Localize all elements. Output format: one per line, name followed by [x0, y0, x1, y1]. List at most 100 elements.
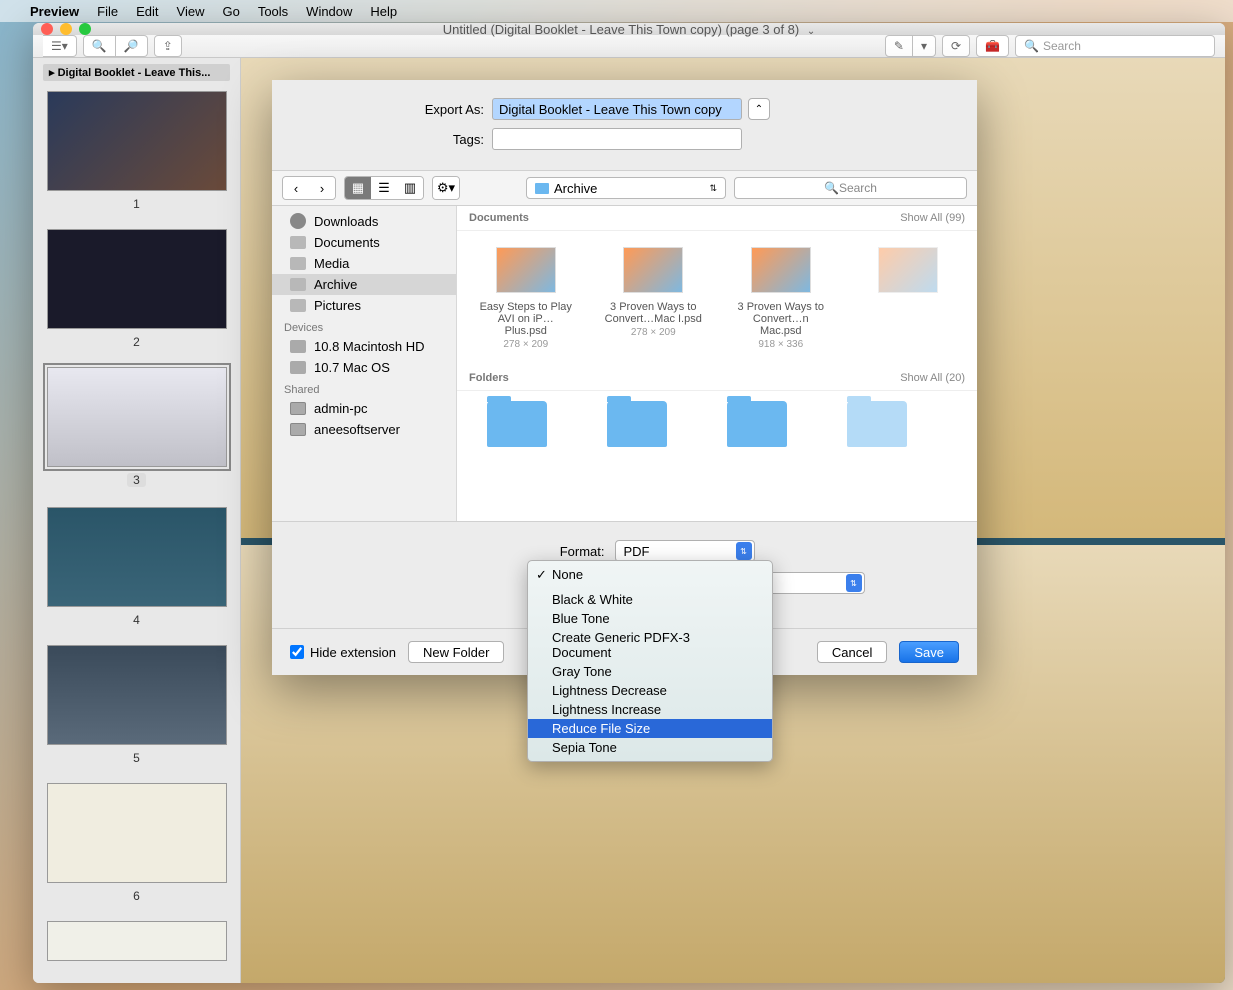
menu-go[interactable]: Go — [222, 4, 239, 19]
group-button[interactable]: ⚙▾ — [433, 177, 459, 199]
format-select[interactable]: PDF ⇅ — [615, 540, 755, 562]
column-view-button[interactable]: ▥ — [397, 177, 423, 199]
search-icon: 🔍 — [824, 181, 839, 195]
folder-item-2[interactable] — [727, 401, 787, 453]
menu-lightness-decrease[interactable]: Lightness Decrease — [528, 681, 772, 700]
cancel-button[interactable]: Cancel — [817, 641, 887, 663]
menu-help[interactable]: Help — [370, 4, 397, 19]
menu-view[interactable]: View — [177, 4, 205, 19]
back-button[interactable]: ‹ — [283, 177, 309, 199]
thumbnail-4[interactable]: 4 — [43, 507, 230, 627]
menu-tools[interactable]: Tools — [258, 4, 288, 19]
folder-item-3[interactable] — [847, 401, 907, 453]
sidebar-item-media[interactable]: Media — [272, 253, 456, 274]
updown-icon: ⇅ — [736, 542, 752, 560]
thumbnail-5[interactable]: 5 — [43, 645, 230, 765]
search-icon: 🔍 — [1024, 39, 1039, 53]
export-as-input[interactable] — [492, 98, 742, 120]
list-view-button[interactable]: ☰ — [371, 177, 397, 199]
share-button[interactable]: ⇪ — [154, 35, 182, 57]
forward-button[interactable]: › — [309, 177, 335, 199]
finder-search[interactable]: 🔍 Search — [734, 177, 967, 199]
folder-item-0[interactable] — [487, 401, 547, 453]
updown-icon: ⇅ — [709, 183, 717, 194]
titlebar: Untitled (Digital Booklet - Leave This T… — [33, 23, 1225, 35]
sidebar-toggle-button[interactable]: ☰▾ — [43, 35, 77, 57]
search-placeholder: Search — [1043, 39, 1081, 53]
markup-button[interactable]: ✎ — [885, 35, 913, 57]
maximize-button[interactable] — [79, 23, 91, 35]
menu-window[interactable]: Window — [306, 4, 352, 19]
sidebar-item-shared-1[interactable]: aneesoftserver — [272, 419, 456, 440]
minimize-button[interactable] — [60, 23, 72, 35]
file-browser: Documents Show All (99) Easy Steps to Pl… — [457, 206, 977, 521]
menu-black-white[interactable]: Black & White — [528, 590, 772, 609]
save-button[interactable]: Save — [899, 641, 959, 663]
file-item-2[interactable]: 3 Proven Ways to Convert…n Mac.psd 918 ×… — [732, 247, 830, 350]
documents-section-label: Documents — [469, 212, 529, 224]
thumbnail-1[interactable]: 1 — [43, 91, 230, 211]
menu-sepia-tone[interactable]: Sepia Tone — [528, 738, 772, 757]
menu-gray-tone[interactable]: Gray Tone — [528, 662, 772, 681]
tags-input[interactable] — [492, 128, 742, 150]
hide-extension-checkbox[interactable]: Hide extension — [290, 645, 396, 660]
file-item-0[interactable]: Easy Steps to Play AVI on iP…Plus.psd 27… — [477, 247, 575, 350]
zoom-out-button[interactable]: 🔍 — [83, 35, 116, 57]
thumbnail-2[interactable]: 2 — [43, 229, 230, 349]
path-popup[interactable]: Archive ⇅ — [526, 177, 726, 199]
window-title[interactable]: Untitled (Digital Booklet - Leave This T… — [443, 23, 816, 37]
zoom-out-icon: 🔍 — [92, 39, 107, 53]
sidebar-item-documents[interactable]: Documents — [272, 232, 456, 253]
quartz-filter-menu: None Black & White Blue Tone Create Gene… — [527, 560, 773, 762]
menu-edit[interactable]: Edit — [136, 4, 158, 19]
file-item-1[interactable]: 3 Proven Ways to Convert…Mac I.psd 278 ×… — [605, 247, 703, 350]
export-as-label: Export As: — [292, 102, 492, 117]
menu-lightness-increase[interactable]: Lightness Increase — [528, 700, 772, 719]
rotate-icon: ⟳ — [951, 39, 961, 53]
thumb-header[interactable]: ▸ Digital Booklet - Leave This... — [43, 64, 230, 81]
search-input[interactable]: 🔍 Search — [1015, 35, 1215, 57]
close-button[interactable] — [41, 23, 53, 35]
menubar: Preview File Edit View Go Tools Window H… — [0, 0, 1233, 22]
sidebar-item-archive[interactable]: Archive — [272, 274, 456, 295]
finder-nav: ‹ › ▦ ☰ ▥ ⚙▾ Archive ⇅ 🔍 Search — [272, 170, 977, 206]
folder-icon — [535, 183, 549, 194]
toolbox-icon: 🧰 — [985, 39, 1000, 53]
folder-item-1[interactable] — [607, 401, 667, 453]
zoom-in-icon: 🔎 — [124, 39, 139, 53]
thumbnail-7[interactable] — [43, 921, 230, 961]
menu-blue-tone[interactable]: Blue Tone — [528, 609, 772, 628]
menu-none[interactable]: None — [528, 565, 772, 584]
sidebar-item-shared-0[interactable]: admin-pc — [272, 398, 456, 419]
app-menu[interactable]: Preview — [30, 4, 79, 19]
thumbnail-3[interactable]: 3 — [43, 367, 230, 489]
new-folder-button[interactable]: New Folder — [408, 641, 504, 663]
menu-file[interactable]: File — [97, 4, 118, 19]
folders-section-label: Folders — [469, 372, 509, 384]
devices-label: Devices — [272, 316, 456, 336]
icon-view-button[interactable]: ▦ — [345, 177, 371, 199]
thumbnail-sidebar: ▸ Digital Booklet - Leave This... 1 2 3 … — [33, 58, 241, 983]
thumbnail-6[interactable]: 6 — [43, 783, 230, 903]
menu-pdfx3[interactable]: Create Generic PDFX-3 Document — [528, 628, 772, 662]
chevron-up-icon: ⌃ — [755, 104, 763, 115]
sidebar-item-device-1[interactable]: 10.7 Mac OS — [272, 357, 456, 378]
tags-label: Tags: — [292, 132, 492, 147]
show-all-documents[interactable]: Show All (99) — [900, 212, 965, 224]
markup-dropdown[interactable]: ▾ — [913, 35, 936, 57]
sidebar-item-pictures[interactable]: Pictures — [272, 295, 456, 316]
annotate-button[interactable]: 🧰 — [976, 35, 1009, 57]
toolbar: ☰▾ 🔍 🔎 ⇪ ✎ ▾ ⟳ 🧰 🔍 Search — [33, 35, 1225, 58]
menu-reduce-file-size[interactable]: Reduce File Size — [528, 719, 772, 738]
sidebar-item-device-0[interactable]: 10.8 Macintosh HD — [272, 336, 456, 357]
show-all-folders[interactable]: Show All (20) — [900, 372, 965, 384]
window-title-text: Untitled (Digital Booklet - Leave This T… — [443, 23, 799, 37]
file-item-3[interactable] — [860, 247, 958, 350]
rotate-button[interactable]: ⟳ — [942, 35, 970, 57]
share-icon: ⇪ — [163, 39, 173, 53]
updown-icon: ⇅ — [846, 574, 862, 592]
sidebar-item-downloads[interactable]: Downloads — [272, 210, 456, 232]
zoom-in-button[interactable]: 🔎 — [116, 35, 148, 57]
format-label: Format: — [385, 544, 615, 559]
collapse-button[interactable]: ⌃ — [748, 98, 770, 120]
